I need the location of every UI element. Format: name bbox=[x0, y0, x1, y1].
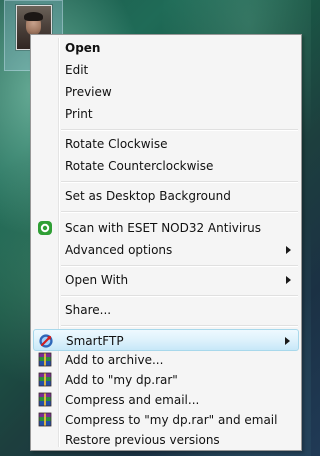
menu-item-label: Rotate Clockwise bbox=[65, 137, 168, 151]
menu-item-label: Add to "my dp.rar" bbox=[65, 373, 178, 387]
menu-separator bbox=[61, 295, 298, 297]
menu-item-label: Edit bbox=[65, 63, 89, 77]
menu-item-add-to-my-dp-rar[interactable]: Add to "my dp.rar" bbox=[33, 369, 299, 391]
submenu-arrow-icon bbox=[286, 276, 291, 284]
menu-item-label: Share... bbox=[65, 303, 112, 317]
menu-item-print[interactable]: Print bbox=[33, 103, 299, 125]
winrar-icon bbox=[37, 392, 53, 408]
menu-item-label: Compress and email... bbox=[65, 393, 200, 407]
menu-item-open[interactable]: Open bbox=[33, 37, 299, 59]
menu-separator bbox=[61, 265, 298, 267]
winrar-icon bbox=[37, 412, 53, 428]
menu-separator bbox=[61, 181, 298, 183]
winrar-icon bbox=[37, 352, 53, 368]
menu-item-label: Restore previous versions bbox=[65, 433, 220, 447]
menu-item-rotate-counterclockwise[interactable]: Rotate Counterclockwise bbox=[33, 155, 299, 177]
menu-item-edit[interactable]: Edit bbox=[33, 59, 299, 81]
menu-item-label: SmartFTP bbox=[66, 334, 124, 348]
winrar-icon bbox=[37, 372, 53, 388]
menu-item-smartftp[interactable]: SmartFTP bbox=[33, 329, 299, 351]
menu-item-label: Advanced options bbox=[65, 243, 173, 257]
menu-item-label: Rotate Counterclockwise bbox=[65, 159, 214, 173]
menu-item-label: Add to archive... bbox=[65, 353, 164, 367]
menu-separator bbox=[61, 325, 298, 327]
eset-nod32-icon bbox=[37, 220, 53, 236]
menu-item-compress-and-email[interactable]: Compress and email... bbox=[33, 389, 299, 411]
menu-item-scan-eset[interactable]: Scan with ESET NOD32 Antivirus bbox=[33, 217, 299, 239]
menu-item-label: Open bbox=[65, 41, 101, 55]
menu-item-preview[interactable]: Preview bbox=[33, 81, 299, 103]
menu-item-label: Scan with ESET NOD32 Antivirus bbox=[65, 221, 262, 235]
menu-item-label: Print bbox=[65, 107, 93, 121]
menu-item-rotate-clockwise[interactable]: Rotate Clockwise bbox=[33, 133, 299, 155]
smartftp-icon bbox=[38, 333, 54, 349]
menu-item-set-desktop-background[interactable]: Set as Desktop Background bbox=[33, 185, 299, 207]
menu-item-label: Preview bbox=[65, 85, 112, 99]
menu-item-open-with[interactable]: Open With bbox=[33, 269, 299, 291]
menu-item-label: Compress to "my dp.rar" and email bbox=[65, 413, 278, 427]
menu-item-label: Open With bbox=[65, 273, 129, 287]
menu-separator bbox=[61, 129, 298, 131]
menu-item-share[interactable]: Share... bbox=[33, 299, 299, 321]
submenu-arrow-icon bbox=[286, 246, 291, 254]
menu-item-compress-to-my-dp-rar-and-email[interactable]: Compress to "my dp.rar" and email bbox=[33, 409, 299, 431]
menu-separator bbox=[61, 211, 298, 213]
submenu-arrow-icon bbox=[285, 337, 290, 345]
menu-item-restore-previous-versions[interactable]: Restore previous versions bbox=[33, 429, 299, 451]
menu-item-advanced-options[interactable]: Advanced options bbox=[33, 239, 299, 261]
context-menu: Open Edit Preview Print Rotate Clockwise… bbox=[30, 34, 302, 451]
menu-item-add-to-archive[interactable]: Add to archive... bbox=[33, 349, 299, 371]
menu-item-label: Set as Desktop Background bbox=[65, 189, 231, 203]
